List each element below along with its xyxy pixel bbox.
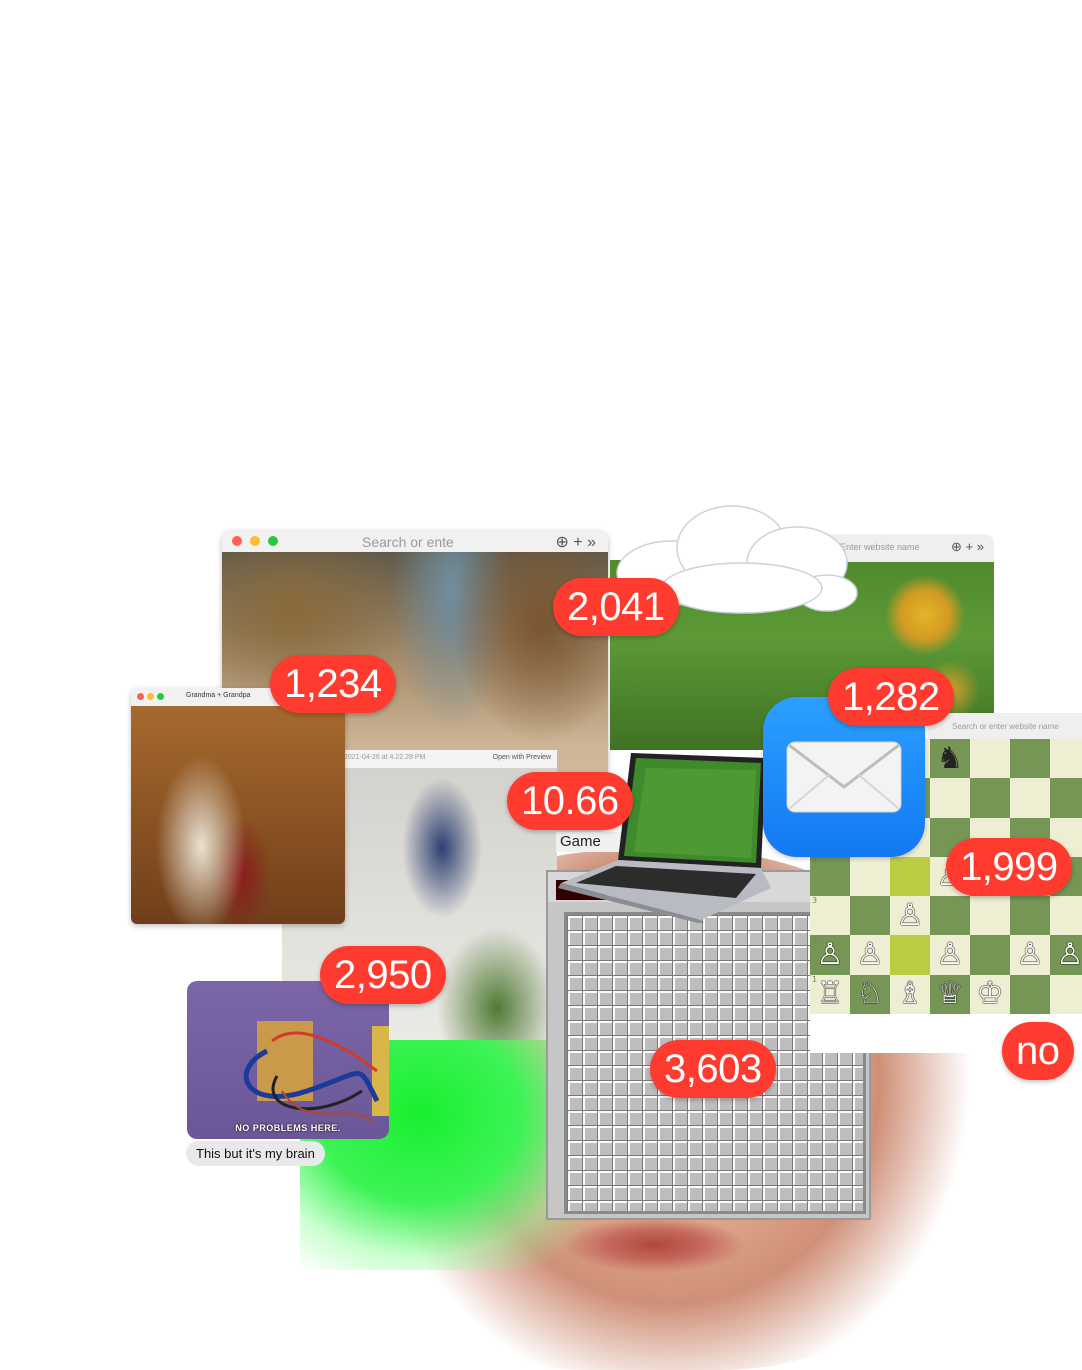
rank-label: 2 [812,935,818,945]
chess-piece-icon[interactable]: ♙ [897,900,924,931]
notification-badge: 2,950 [320,946,446,1004]
close-icon[interactable] [137,693,144,700]
chess-square[interactable] [1050,778,1082,818]
chess-piece-icon[interactable]: ♖ [817,979,844,1009]
chess-square[interactable]: 4 [810,856,850,896]
chess-square[interactable] [1010,974,1050,1014]
chess-square[interactable] [1050,739,1082,779]
chess-piece-icon[interactable]: ♙ [1017,939,1044,970]
new-tab-icon[interactable]: ⊕ + » [555,532,596,552]
chess-square[interactable] [890,935,930,975]
rank-label: 4 [812,856,818,866]
chess-square[interactable] [1010,778,1050,818]
chess-square[interactable] [850,856,890,896]
notification-badge: 10.66 [507,772,633,830]
open-with-preview-button[interactable]: Open with Preview [493,754,551,761]
notification-badge: 1,234 [270,655,396,713]
chess-piece-icon[interactable]: ♕ [937,979,964,1009]
close-icon[interactable] [232,536,242,546]
notification-badge: 3,603 [650,1040,776,1098]
chess-piece-icon[interactable]: ♙ [857,939,884,970]
chess-square[interactable] [970,778,1010,818]
notification-badge: no [1002,1022,1074,1080]
chess-square[interactable]: ♘ [850,974,890,1014]
rank-label: 3 [812,896,818,905]
address-field[interactable]: Search or enter website name [952,722,1059,731]
chess-piece-icon[interactable]: ♘ [857,979,884,1009]
chess-square[interactable]: ♗ [890,974,930,1014]
meme-caption: NO PROBLEMS HERE. [235,1123,341,1133]
chess-square[interactable] [1010,739,1050,779]
chess-square[interactable]: 1 ♖ [810,974,850,1014]
chess-square[interactable] [970,896,1010,936]
notification-badge: 2,041 [553,578,679,636]
family-photo-window: Grandma + Grandpa [131,688,345,924]
chess-square[interactable]: ♙ [1010,935,1050,975]
chess-toolbar: Search or enter website name [928,713,1082,739]
toolbar-icons[interactable]: ⊕ + » [951,539,984,555]
chess-square[interactable]: ♙ [930,935,970,975]
chess-piece-icon[interactable]: ♔ [977,979,1004,1009]
window-title: Grandma + Grandpa [186,692,251,699]
chess-square[interactable]: ♞ [930,739,970,779]
timestamp-text: 2021-04-26 at 4.22.28 PM [344,754,426,761]
chess-square[interactable] [850,896,890,936]
chess-piece-icon[interactable]: ♙ [817,939,844,970]
chess-square[interactable]: ♙ [890,896,930,936]
chess-square[interactable] [930,778,970,818]
family-photo [131,706,345,924]
message-bubble: This but it's my brain [186,1141,325,1166]
chess-square[interactable]: ♙ [850,935,890,975]
dunes-toolbar: Search or ente ⊕ + » [222,530,608,553]
zoom-icon[interactable] [157,693,164,700]
notification-badge: 1,999 [946,838,1072,896]
chess-square[interactable]: ♕ [930,974,970,1014]
notification-badge: 1,282 [828,668,954,726]
chess-square[interactable] [970,935,1010,975]
chess-square[interactable] [930,896,970,936]
zoom-icon[interactable] [268,536,278,546]
chess-square[interactable]: ♙ [1050,935,1082,975]
chess-square[interactable] [1050,896,1082,936]
minimize-icon[interactable] [250,536,260,546]
chess-square[interactable] [1010,896,1050,936]
meme-image: NO PROBLEMS HERE. [187,981,389,1139]
chess-piece-icon[interactable]: ♙ [937,939,964,970]
chess-square[interactable] [970,739,1010,779]
minimize-icon[interactable] [147,693,154,700]
chess-square[interactable] [1050,974,1082,1014]
chess-piece-icon[interactable]: ♞ [937,743,964,774]
chess-square[interactable]: ♔ [970,974,1010,1014]
chess-square[interactable] [890,856,930,896]
chess-piece-icon[interactable]: ♗ [897,979,924,1009]
chess-piece-icon[interactable]: ♙ [1057,939,1082,970]
chess-square[interactable]: 2 ♙ [810,935,850,975]
search-field[interactable]: Search or ente [362,534,454,550]
rank-label: 1 [812,974,818,984]
chess-square[interactable]: 3 [810,896,850,936]
